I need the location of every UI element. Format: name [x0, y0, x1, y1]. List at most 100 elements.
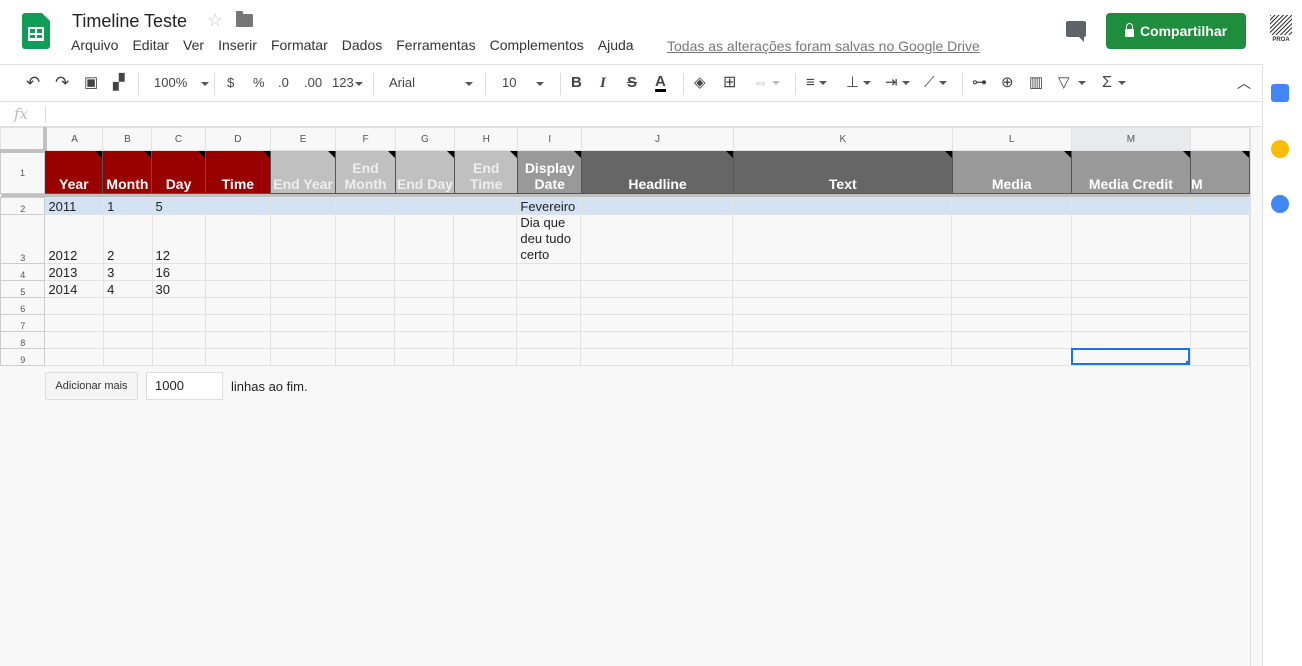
header-cell-end-year[interactable]: End Year: [269, 150, 337, 194]
row-header[interactable]: 7: [0, 313, 46, 332]
decrease-decimal-button[interactable]: .0: [278, 74, 289, 92]
cell[interactable]: [731, 313, 953, 332]
cell[interactable]: 16: [151, 262, 206, 281]
comments-icon[interactable]: [1066, 21, 1086, 42]
cell[interactable]: [580, 262, 733, 281]
cell[interactable]: [44, 330, 105, 349]
cell[interactable]: [731, 347, 953, 366]
menu-inserir[interactable]: Inserir: [211, 37, 264, 57]
cell[interactable]: [394, 196, 455, 215]
column-header[interactable]: B: [102, 127, 153, 151]
cell[interactable]: [580, 213, 733, 264]
cell[interactable]: 30: [151, 279, 206, 298]
cell[interactable]: [951, 213, 1072, 264]
cell[interactable]: 1: [103, 196, 153, 215]
cell[interactable]: Fevereiro: [516, 196, 582, 215]
merge-cells-icon[interactable]: ⇔: [753, 74, 780, 92]
cell[interactable]: 2012: [44, 213, 105, 264]
cell[interactable]: 2014: [44, 279, 105, 298]
vertical-align-icon[interactable]: ⊥: [846, 74, 872, 92]
column-header[interactable]: L: [951, 127, 1072, 151]
cell[interactable]: [731, 196, 953, 215]
cell[interactable]: [151, 330, 206, 349]
cell[interactable]: [204, 296, 272, 315]
cell[interactable]: [269, 313, 337, 332]
share-button[interactable]: Compartilhar: [1106, 13, 1246, 49]
header-cell-media[interactable]: Media: [951, 150, 1072, 194]
cell[interactable]: [204, 262, 272, 281]
percent-button[interactable]: %: [253, 74, 265, 92]
cell[interactable]: 2: [103, 213, 153, 264]
cell[interactable]: [335, 279, 396, 298]
functions-icon[interactable]: Σ: [1102, 74, 1126, 92]
collapse-toolbar-icon[interactable]: ︿: [1237, 74, 1251, 92]
cell[interactable]: [394, 213, 455, 264]
cell[interactable]: [1189, 279, 1250, 298]
cell[interactable]: [516, 313, 582, 332]
cell[interactable]: [951, 296, 1072, 315]
text-color-button[interactable]: A: [655, 74, 666, 92]
select-all-corner[interactable]: [0, 127, 47, 153]
cell[interactable]: [44, 313, 105, 332]
cell[interactable]: [335, 313, 396, 332]
header-cell-headline[interactable]: Headline: [581, 150, 734, 194]
zoom-select[interactable]: 100%: [154, 74, 210, 92]
cell[interactable]: [394, 279, 455, 298]
insert-comment-icon[interactable]: ⊕: [1001, 74, 1014, 92]
folder-icon[interactable]: [236, 11, 253, 27]
header-cell-end-day[interactable]: End Day: [394, 150, 456, 194]
cell[interactable]: [1070, 213, 1191, 264]
cell[interactable]: [1070, 330, 1191, 349]
cell[interactable]: [269, 296, 337, 315]
cell[interactable]: [204, 213, 272, 264]
borders-icon[interactable]: ⊞: [723, 74, 736, 92]
row-header[interactable]: 3: [0, 213, 46, 264]
cell[interactable]: [951, 196, 1072, 215]
insert-link-icon[interactable]: ⊶: [972, 74, 987, 92]
sheets-logo-icon[interactable]: [22, 13, 50, 49]
star-icon[interactable]: ☆: [207, 10, 223, 31]
cell[interactable]: [580, 196, 733, 215]
redo-icon[interactable]: ↷: [55, 74, 69, 92]
insert-chart-icon[interactable]: ▥: [1029, 74, 1043, 92]
row-header[interactable]: 1: [0, 150, 46, 194]
cell[interactable]: [1189, 213, 1250, 264]
cell[interactable]: [204, 347, 272, 366]
cell[interactable]: [453, 330, 518, 349]
cell[interactable]: [516, 296, 582, 315]
header-cell-m[interactable]: M: [1189, 150, 1250, 194]
cell[interactable]: [951, 262, 1072, 281]
cell[interactable]: [269, 330, 337, 349]
currency-button[interactable]: $: [227, 74, 234, 92]
calendar-icon[interactable]: [1271, 84, 1289, 102]
increase-decimal-button[interactable]: .00: [304, 74, 322, 92]
column-header[interactable]: [1189, 127, 1250, 151]
cell[interactable]: [204, 330, 272, 349]
cell[interactable]: [580, 330, 733, 349]
cell[interactable]: [1189, 347, 1250, 366]
cell[interactable]: 2013: [44, 262, 105, 281]
menu-ajuda[interactable]: Ajuda: [591, 37, 641, 57]
save-status-link[interactable]: Todas as alterações foram salvas no Goog…: [667, 38, 980, 54]
cell[interactable]: [453, 296, 518, 315]
column-header[interactable]: K: [732, 127, 953, 151]
cell[interactable]: 4: [103, 279, 153, 298]
header-cell-text[interactable]: Text: [732, 150, 953, 194]
cell[interactable]: [103, 296, 153, 315]
cell[interactable]: [951, 330, 1072, 349]
fill-color-icon[interactable]: ◈: [694, 74, 706, 92]
cell[interactable]: [453, 262, 518, 281]
menu-formatar[interactable]: Formatar: [264, 37, 335, 57]
cell[interactable]: [453, 279, 518, 298]
cell[interactable]: [580, 347, 733, 366]
header-cell-end-month[interactable]: End Month: [335, 150, 396, 194]
tasks-icon[interactable]: [1271, 195, 1289, 213]
column-header[interactable]: A: [44, 127, 104, 151]
filter-icon[interactable]: ▽: [1058, 74, 1086, 92]
cell[interactable]: [453, 196, 518, 215]
cell[interactable]: [204, 279, 272, 298]
cell[interactable]: [731, 279, 953, 298]
italic-button[interactable]: I: [600, 74, 606, 92]
cell[interactable]: [1070, 279, 1191, 298]
font-select[interactable]: Arial: [389, 74, 474, 92]
